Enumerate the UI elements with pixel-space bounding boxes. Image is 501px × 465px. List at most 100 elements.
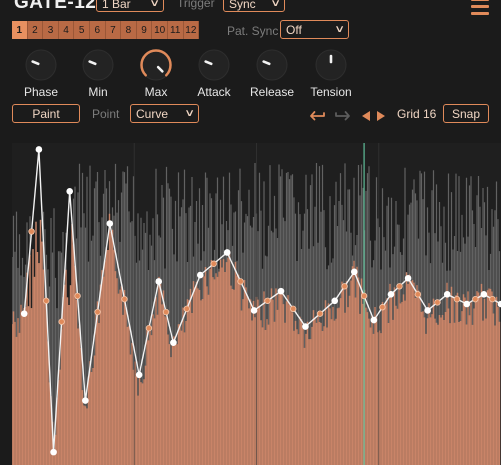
chevron-down-icon: ∨ xyxy=(333,24,345,35)
envelope-point[interactable] xyxy=(155,278,162,285)
envelope-point[interactable] xyxy=(196,271,204,279)
pattern-step-5[interactable]: 5 xyxy=(74,21,90,39)
envelope-point[interactable] xyxy=(387,291,395,298)
knob-dial-icon[interactable] xyxy=(197,48,231,82)
pattern-step-12[interactable]: 12 xyxy=(183,21,200,39)
pattern-step-6[interactable]: 6 xyxy=(89,21,106,39)
tension-handle[interactable] xyxy=(379,304,386,311)
tension-handle[interactable] xyxy=(162,308,170,316)
knob-attack[interactable]: Attack xyxy=(183,48,245,99)
knob-label: Max xyxy=(144,85,168,99)
menu-bar xyxy=(471,5,489,8)
knob-release[interactable]: Release xyxy=(241,48,303,99)
envelope-point[interactable] xyxy=(277,287,285,295)
tension-handle[interactable] xyxy=(341,283,348,290)
point-type-dropdown[interactable]: Curve ∨ xyxy=(130,104,199,123)
tension-handle[interactable] xyxy=(264,297,271,304)
point-type-value: Curve xyxy=(136,106,169,121)
tension-handle[interactable] xyxy=(289,305,297,313)
pattern-step-7[interactable]: 7 xyxy=(105,21,122,39)
tension-handle[interactable] xyxy=(414,291,422,298)
pat-sync-label: Pat. Sync xyxy=(227,24,279,38)
envelope-point[interactable] xyxy=(424,307,431,314)
triangle-left-icon[interactable] xyxy=(362,108,371,126)
tension-handle[interactable] xyxy=(316,310,324,317)
triangle-right-icon[interactable] xyxy=(376,108,385,126)
knob-label: Release xyxy=(249,85,295,99)
tension-handle[interactable] xyxy=(74,292,81,300)
pat-sync-dropdown[interactable]: Off ∨ xyxy=(280,20,349,39)
bars-dropdown[interactable]: 1 Bar ∨ xyxy=(96,0,164,12)
envelope-point[interactable] xyxy=(404,274,412,282)
tension-handle[interactable] xyxy=(396,283,403,290)
envelope-point[interactable] xyxy=(480,291,488,298)
pattern-step-3[interactable]: 3 xyxy=(43,21,59,39)
pattern-step-2[interactable]: 2 xyxy=(27,21,44,39)
envelope-point[interactable] xyxy=(223,249,231,256)
knob-dial-icon[interactable] xyxy=(24,48,58,82)
tension-handle[interactable] xyxy=(183,305,191,313)
envelope-point[interactable] xyxy=(302,323,309,330)
envelope-point[interactable] xyxy=(106,220,114,227)
tension-handle[interactable] xyxy=(360,292,368,300)
knob-phase[interactable]: Phase xyxy=(10,48,72,99)
tension-handle[interactable] xyxy=(43,297,50,304)
paint-button[interactable]: Paint xyxy=(12,104,80,123)
tension-handle[interactable] xyxy=(434,299,441,306)
menu-bar xyxy=(471,12,489,15)
envelope-point[interactable] xyxy=(35,146,43,153)
point-label: Point xyxy=(92,107,120,121)
tension-handle[interactable] xyxy=(58,318,65,325)
knob-dial-icon[interactable] xyxy=(255,48,289,82)
pattern-step-10[interactable]: 10 xyxy=(152,21,168,39)
envelope-point[interactable] xyxy=(82,397,89,404)
envelope-point[interactable] xyxy=(50,448,57,456)
hamburger-menu-icon[interactable] xyxy=(471,0,489,19)
trigger-label: Trigger xyxy=(177,0,215,10)
tension-handle[interactable] xyxy=(453,295,461,303)
knob-min[interactable]: Min xyxy=(67,48,129,99)
tension-handle[interactable] xyxy=(237,278,244,285)
tension-handle[interactable] xyxy=(489,295,496,303)
knob-dial-icon[interactable] xyxy=(314,48,348,82)
undo-arrow-icon[interactable] xyxy=(307,104,327,127)
pattern-step-1[interactable]: 1 xyxy=(12,21,28,39)
tension-handle[interactable] xyxy=(94,308,101,316)
pattern-step-4[interactable]: 4 xyxy=(58,21,75,39)
envelope-point[interactable] xyxy=(443,291,451,298)
envelope-point[interactable] xyxy=(463,300,471,308)
envelope-point[interactable] xyxy=(20,310,28,317)
chevron-down-icon: ∨ xyxy=(148,0,160,9)
envelope-point[interactable] xyxy=(66,188,74,195)
tension-handle[interactable] xyxy=(28,228,35,235)
bars-value: 1 Bar xyxy=(102,0,131,11)
pattern-selector: 1 2 3 4 5 6 7 8 9 10 11 12 xyxy=(12,21,200,39)
knob-tension[interactable]: Tension xyxy=(300,48,362,99)
pattern-step-9[interactable]: 9 xyxy=(136,21,153,39)
grid-label[interactable]: Grid 16 xyxy=(397,107,436,121)
knob-label: Min xyxy=(88,85,108,99)
knob-max[interactable]: Max xyxy=(125,48,187,99)
knob-label: Phase xyxy=(23,85,59,99)
envelope-point[interactable] xyxy=(370,316,378,324)
pattern-step-8[interactable]: 8 xyxy=(121,21,137,39)
tension-handle[interactable] xyxy=(472,295,479,303)
tension-handle[interactable] xyxy=(145,324,153,332)
envelope-point[interactable] xyxy=(331,297,339,305)
knob-label: Tension xyxy=(310,85,352,99)
menu-bar xyxy=(471,0,489,1)
envelope-point[interactable] xyxy=(250,307,258,314)
trigger-dropdown[interactable]: Sync ∨ xyxy=(223,0,285,12)
tension-handle[interactable] xyxy=(210,260,217,267)
knob-dial-icon[interactable] xyxy=(139,48,173,82)
envelope-point[interactable] xyxy=(135,371,143,379)
chevron-down-icon: ∨ xyxy=(269,0,281,9)
envelope-point[interactable] xyxy=(170,339,177,346)
envelope-graph[interactable] xyxy=(12,143,501,465)
redo-arrow-icon[interactable] xyxy=(333,104,353,127)
snap-button[interactable]: Snap xyxy=(443,104,489,123)
envelope-point[interactable] xyxy=(351,268,358,276)
knob-dial-icon[interactable] xyxy=(81,48,115,82)
pattern-step-11[interactable]: 11 xyxy=(167,21,184,39)
tension-handle[interactable] xyxy=(121,295,128,303)
